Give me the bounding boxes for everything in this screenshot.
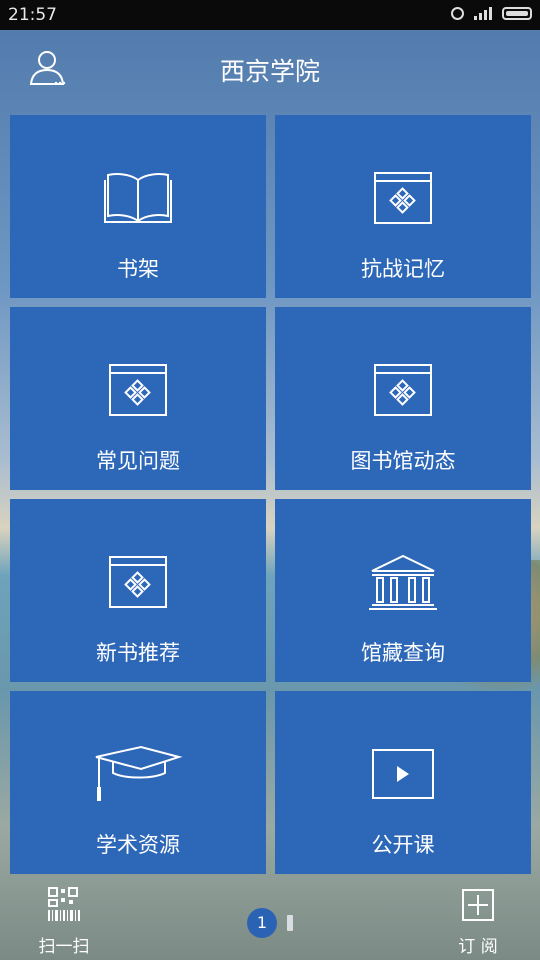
- signal-icon: [474, 6, 492, 20]
- battery-icon: [502, 6, 532, 20]
- tile-label: 学术资源: [96, 833, 180, 857]
- tile-war-memory[interactable]: 抗战记忆: [275, 115, 531, 298]
- scan-button[interactable]: 扫一扫: [34, 886, 94, 957]
- tile-label: 馆藏查询: [361, 641, 445, 665]
- page-indicator-current[interactable]: 1: [247, 908, 277, 938]
- tile-label: 抗战记忆: [361, 257, 445, 281]
- qr-barcode-icon: [48, 887, 80, 921]
- subscribe-button[interactable]: 订 阅: [446, 888, 510, 957]
- tile-label: 图书馆动态: [350, 449, 456, 473]
- open-book-icon: [104, 173, 172, 223]
- tile-catalog-search[interactable]: 馆藏查询: [275, 499, 531, 682]
- status-icons: [451, 6, 532, 20]
- tile-faq[interactable]: 常见问题: [10, 307, 266, 490]
- page-indicator-next[interactable]: [287, 915, 293, 931]
- status-time: 21:57: [8, 5, 57, 25]
- page-title: 西京学院: [219, 57, 320, 86]
- app-window-icon: [374, 364, 432, 416]
- status-bar: 21:57: [0, 0, 540, 30]
- video-play-icon: [372, 749, 434, 799]
- subscribe-label: 订 阅: [458, 937, 498, 957]
- scan-label: 扫一扫: [38, 937, 90, 957]
- tile-label: 公开课: [371, 833, 435, 857]
- tile-academic-resources[interactable]: 学术资源: [10, 691, 266, 874]
- tile-library-news[interactable]: 图书馆动态: [275, 307, 531, 490]
- library-building-icon: [369, 554, 437, 610]
- tile-label: 新书推荐: [96, 641, 180, 665]
- app-window-icon: [109, 556, 167, 608]
- alarm-icon: [451, 6, 464, 20]
- bottom-bar: 扫一扫 1 订 阅: [0, 874, 540, 960]
- tile-new-books[interactable]: 新书推荐: [10, 499, 266, 682]
- tile-open-courses[interactable]: 公开课: [275, 691, 531, 874]
- tile-label: 书架: [117, 257, 159, 281]
- tile-bookshelf[interactable]: 书架: [10, 115, 266, 298]
- add-square-icon: [462, 889, 494, 921]
- page-indicator: 1: [247, 908, 293, 938]
- app-header: 西京学院: [0, 30, 540, 105]
- graduation-cap-icon: [95, 745, 183, 801]
- app-window-icon: [374, 172, 432, 224]
- tile-label: 常见问题: [96, 449, 180, 473]
- app-window-icon: [109, 364, 167, 416]
